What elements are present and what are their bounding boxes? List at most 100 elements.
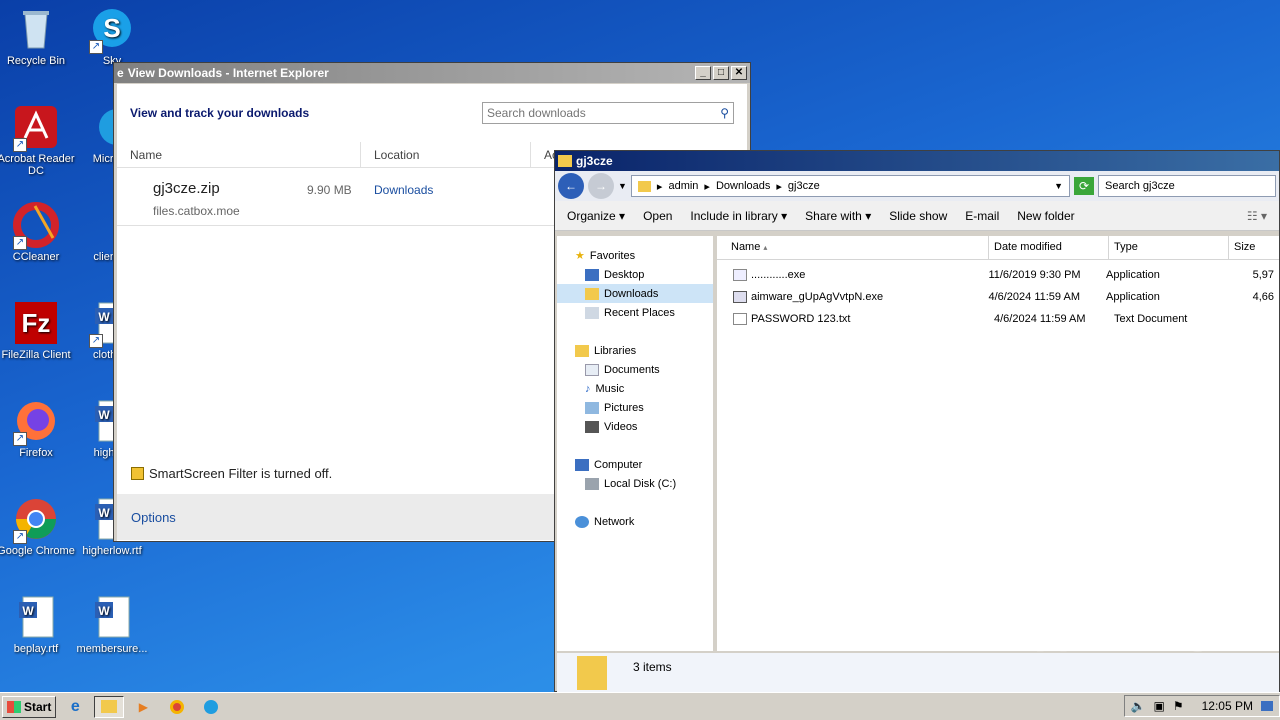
nav-recent-places[interactable]: Recent Places	[557, 303, 713, 322]
network-tray-icon[interactable]: ▣	[1154, 699, 1165, 713]
forward-button[interactable]: →	[588, 173, 614, 199]
videos-icon	[585, 420, 599, 433]
file-row[interactable]: ............exe 11/6/2019 9:30 PM Applic…	[717, 264, 1279, 286]
file-row[interactable]: aimware_gUpAgVvtpN.exe 4/6/2024 11:59 AM…	[717, 286, 1279, 308]
desktop-icon-membersure[interactable]: W membersure...	[73, 594, 151, 655]
address-dropdown-icon[interactable]: ▼	[1054, 181, 1063, 191]
svg-text:W: W	[22, 604, 34, 618]
column-location[interactable]: Location	[361, 142, 531, 167]
maximize-button[interactable]: □	[713, 66, 729, 80]
minimize-button[interactable]: _	[695, 66, 711, 80]
clock[interactable]: 12:05 PM	[1202, 699, 1253, 713]
search-downloads-input[interactable]	[487, 106, 721, 120]
file-name: aimware_gUpAgVvtpN.exe	[751, 291, 884, 303]
libraries-icon	[575, 344, 589, 357]
search-gj3cze-input[interactable]: Search gj3cze	[1098, 175, 1276, 197]
chevron-down-icon[interactable]: ▼	[618, 181, 627, 191]
download-filename[interactable]: gj3cze.zip	[153, 180, 220, 197]
svg-text:W: W	[98, 310, 110, 324]
close-button[interactable]: ✕	[731, 66, 747, 80]
file-list: Name ▴ Date modified Type Size .........…	[717, 236, 1279, 651]
new-folder-button[interactable]: New folder	[1017, 209, 1074, 223]
email-button[interactable]: E-mail	[965, 209, 999, 223]
volume-icon[interactable]: 🔈	[1131, 699, 1146, 713]
taskbar-edge-button[interactable]	[196, 696, 226, 718]
taskbar-media-player-button[interactable]: ▶	[128, 696, 158, 718]
pictures-icon	[585, 401, 599, 414]
desktop-icon-acrobat[interactable]: ↗ Acrobat Reader DC	[0, 104, 75, 177]
explorer-window: gj3cze ← → ▼ ▸ admin ▸ Downloads ▸ gj3cz…	[554, 150, 1280, 693]
anyrun-watermark: ANY RUN	[1036, 612, 1250, 661]
nav-music[interactable]: ♪ Music	[557, 379, 713, 398]
documents-icon	[585, 363, 599, 376]
show-desktop-icon[interactable]	[1261, 701, 1273, 711]
start-button[interactable]: Start	[2, 695, 57, 718]
breadcrumb-admin[interactable]: admin	[668, 180, 698, 192]
nav-label: Favorites	[589, 249, 636, 262]
share-with-button[interactable]: Share with ▾	[805, 209, 871, 223]
search-icon[interactable]: ⚲	[720, 106, 729, 120]
address-bar[interactable]: ▸ admin ▸ Downloads ▸ gj3cze ▼	[630, 175, 1070, 197]
open-label: Open	[643, 208, 673, 223]
desktop-icon-recycle-bin[interactable]: Recycle Bin	[0, 6, 75, 67]
file-date: 4/6/2024 11:59 AM	[988, 291, 1080, 303]
download-location-link[interactable]: Downloads	[374, 183, 433, 197]
ie-titlebar[interactable]: e View Downloads - Internet Explorer _ □…	[114, 63, 750, 83]
search-downloads[interactable]: ⚲	[482, 102, 734, 124]
folder-icon	[101, 700, 118, 713]
nav-label: Downloads	[604, 287, 659, 300]
nav-network[interactable]: Network	[557, 512, 713, 531]
column-name-label: Name	[731, 241, 761, 253]
nav-local-disk[interactable]: Local Disk (C:)	[557, 474, 713, 493]
nav-desktop[interactable]: Desktop	[557, 265, 713, 284]
column-name[interactable]: Name	[117, 142, 361, 167]
nav-videos[interactable]: Videos	[557, 417, 713, 436]
desktop-icon-ccleaner[interactable]: ↗ CCleaner	[0, 202, 75, 263]
back-button[interactable]: ←	[558, 173, 584, 199]
taskbar-explorer-button[interactable]	[94, 695, 125, 718]
svg-text:Fz: Fz	[22, 308, 51, 338]
file-row[interactable]: PASSWORD 123.txt 4/6/2024 11:59 AM Text …	[717, 308, 1279, 330]
breadcrumb-downloads[interactable]: Downloads	[716, 180, 770, 192]
include-in-library-button[interactable]: Include in library ▾	[690, 209, 787, 223]
application-icon	[733, 291, 747, 303]
desktop-icon-skype[interactable]: S ↗ Sky	[73, 6, 151, 67]
column-date-modified[interactable]: Date modified	[989, 236, 1109, 259]
desktop-icon-chrome[interactable]: ↗ Google Chrome	[0, 496, 75, 557]
open-button[interactable]: Open	[643, 209, 672, 223]
nav-documents[interactable]: Documents	[557, 360, 713, 379]
slide-show-button[interactable]: Slide show	[889, 209, 947, 223]
star-icon: ★	[575, 250, 585, 262]
taskbar-ie-button[interactable]: e	[60, 696, 90, 718]
desktop-icon-filezilla[interactable]: Fz FileZilla Client	[0, 300, 75, 361]
nav-label: Videos	[604, 420, 638, 433]
explorer-titlebar[interactable]: gj3cze	[555, 151, 1279, 171]
nav-label: Network	[594, 515, 635, 528]
column-type[interactable]: Type	[1109, 236, 1229, 259]
flag-icon[interactable]: ⚑	[1173, 699, 1184, 713]
nav-pictures[interactable]: Pictures	[557, 398, 713, 417]
refresh-icon[interactable]: ⟳	[1074, 177, 1094, 195]
breadcrumb-gj3cze[interactable]: gj3cze	[788, 180, 820, 192]
recent-places-icon	[585, 306, 599, 319]
file-type: Application	[1106, 291, 1160, 303]
nav-downloads[interactable]: Downloads	[557, 284, 713, 303]
column-size[interactable]: Size	[1229, 236, 1260, 259]
desktop-icon-beplay[interactable]: W beplay.rtf	[0, 594, 75, 655]
nav-computer[interactable]: Computer	[557, 455, 713, 474]
file-list-header: Name ▴ Date modified Type Size	[717, 236, 1279, 260]
options-link[interactable]: Options	[131, 510, 176, 525]
column-name[interactable]: Name ▴	[717, 236, 989, 259]
downloads-heading: View and track your downloads	[130, 106, 310, 120]
folder-icon	[637, 180, 651, 192]
file-name: PASSWORD 123.txt	[751, 313, 851, 325]
nav-libraries[interactable]: Libraries	[557, 341, 713, 360]
taskbar-chrome-button[interactable]	[162, 696, 192, 718]
taskbar: Start e ▶ 🔈 ▣ ⚑ 12:05 PM	[0, 692, 1280, 720]
smartscreen-status: SmartScreen Filter is turned off.	[131, 466, 332, 481]
organize-button[interactable]: Organize ▾	[567, 209, 625, 223]
view-options-icon[interactable]: ☷ ▾	[1247, 209, 1267, 223]
download-size: 9.90 MB	[307, 183, 352, 197]
desktop-icon-firefox[interactable]: ↗ Firefox	[0, 398, 75, 459]
nav-favorites[interactable]: ★ Favorites	[557, 246, 713, 265]
